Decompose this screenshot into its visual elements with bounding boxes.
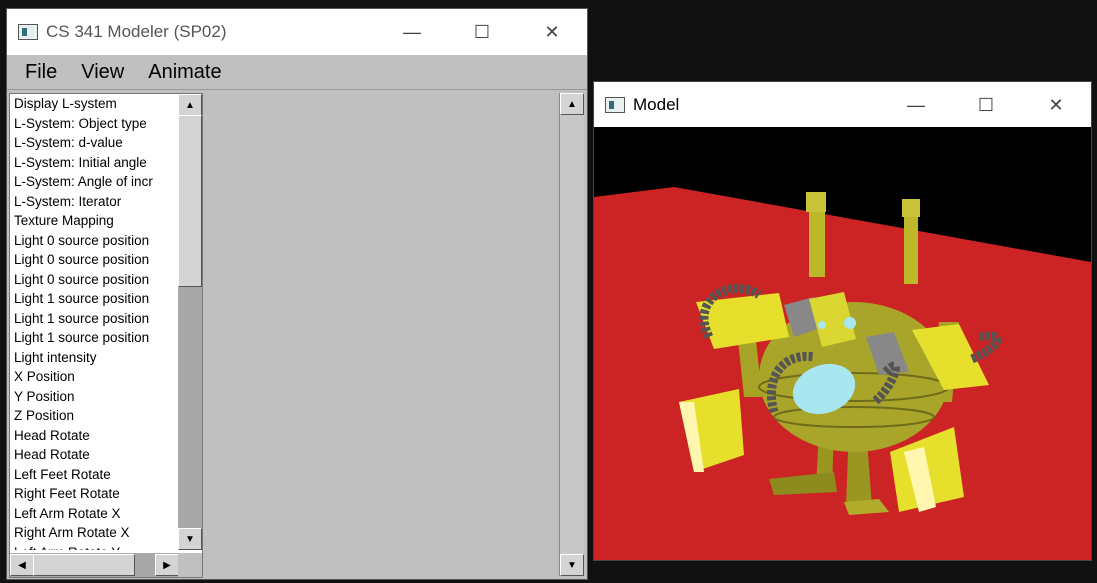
controls-list-item[interactable]: Display L-system [10,94,178,114]
model-close-button[interactable]: ✕ [1021,82,1091,128]
pane-scroll-down-icon[interactable]: ▼ [560,554,584,576]
maximize-button[interactable]: ☐ [447,9,517,55]
left-head-eye [818,321,826,329]
controls-list-item[interactable]: L-System: Initial angle [10,153,178,173]
controls-browser: Display L-system L-System: Object type L-S… [9,93,203,578]
controls-list-item[interactable]: L-System: d-value [10,133,178,153]
menubar: File View Animate [7,55,587,90]
modeler-window: CS 341 Modeler (SP02) — ☐ ✕ File View An… [6,8,588,580]
controls-list-item[interactable]: Light 0 source position [10,250,178,270]
model-viewport[interactable] [594,127,1091,560]
right-pillar [904,209,918,284]
menu-view[interactable]: View [69,61,136,84]
scroll-up-icon[interactable]: ▲ [178,94,202,116]
hscroll-thumb[interactable] [33,554,135,576]
right-pillar-cap [902,199,920,217]
controls-list-item[interactable]: Left Arm Rotate X [10,504,178,524]
controls-list-item[interactable]: Texture Mapping [10,211,178,231]
modeler-title: CS 341 Modeler (SP02) [46,22,227,41]
controls-list-item[interactable]: Light 0 source position [10,231,178,251]
model-window: Model — ☐ ✕ [593,81,1092,561]
controls-list-item[interactable]: Light 0 source position [10,270,178,290]
robot-scene [594,187,1091,560]
controls-list-item[interactable]: L-System: Object type [10,114,178,134]
controls-list-item[interactable]: Left Feet Rotate [10,465,178,485]
left-pillar-cap [806,192,826,212]
controls-list-item[interactable]: Light 1 source position [10,289,178,309]
controls-list-item[interactable]: Light 1 source position [10,309,178,329]
controls-list-item[interactable]: X Position [10,367,178,387]
controls-list-item[interactable]: L-System: Angle of incr [10,172,178,192]
menu-file[interactable]: File [13,61,69,84]
controls-list-item[interactable]: L-System: Iterator [10,192,178,212]
model-titlebar[interactable]: Model — ☐ ✕ [594,82,1091,127]
model-title: Model [633,94,680,114]
model-maximize-button[interactable]: ☐ [951,82,1021,128]
scroll-left-icon[interactable]: ◀ [10,554,34,576]
modeler-titlebar[interactable]: CS 341 Modeler (SP02) — ☐ ✕ [7,9,587,55]
browser-vertical-scrollbar[interactable]: ▲ ▼ [178,94,202,550]
controls-list-item[interactable]: Right Feet Rotate [10,484,178,504]
pane-scroll-up-icon[interactable]: ▲ [560,93,584,115]
model-minimize-button[interactable]: — [881,82,951,128]
controls-list-item[interactable]: Light 1 source position [10,328,178,348]
controls-list-item[interactable]: Z Position [10,406,178,426]
scroll-right-icon[interactable]: ▶ [155,554,179,576]
controls-list-item[interactable]: Head Rotate [10,445,178,465]
controls-list-item[interactable]: Head Rotate [10,426,178,446]
browser-horizontal-scrollbar[interactable]: ◀ ▶ [10,553,179,577]
controls-list-item[interactable]: Light intensity [10,348,178,368]
controls-list-item[interactable]: Left Arm Rotate Y [10,543,178,551]
scroll-thumb[interactable] [178,115,202,287]
pane-vertical-scrollbar[interactable]: ▲ ▼ [559,93,584,576]
left-pillar [809,207,825,277]
minimize-button[interactable]: — [377,9,447,55]
menu-animate[interactable]: Animate [136,61,233,84]
app-icon [18,24,38,40]
controls-list: Display L-system L-System: Object type L-S… [10,94,178,550]
model-app-icon [605,96,625,113]
scrollbar-corner [178,553,202,577]
controls-list-item[interactable]: Y Position [10,387,178,407]
close-button[interactable]: ✕ [517,9,587,55]
controls-list-item[interactable]: Right Arm Rotate X [10,523,178,543]
right-head-eye [844,317,856,329]
scroll-down-icon[interactable]: ▼ [178,528,202,550]
